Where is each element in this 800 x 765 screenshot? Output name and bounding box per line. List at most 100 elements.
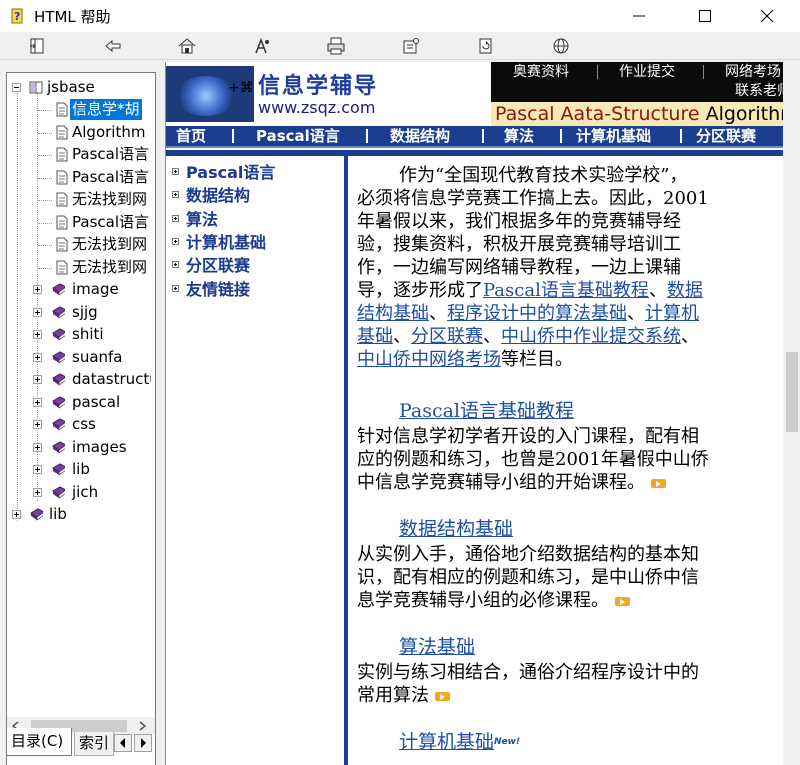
globe-icon (553, 38, 569, 54)
contents-tree[interactable]: jsbase 信息学*胡 Algorithm a Pascal语言 Pascal语言无… (6, 72, 156, 765)
section-title-link[interactable]: 算法基础 (399, 636, 475, 659)
expand-icon[interactable] (33, 487, 42, 497)
minimize-button[interactable] (616, 0, 662, 32)
section-title-link[interactable]: Pascal语言基础教程 (399, 400, 574, 423)
expand-icon[interactable] (33, 307, 42, 317)
nav-home[interactable]: 首页 (176, 126, 206, 146)
link-homework-system[interactable]: 中山侨中作业提交系统 (501, 326, 681, 347)
web-help-button[interactable] (550, 36, 572, 56)
link-computer-basics[interactable]: 计算机 (645, 303, 699, 324)
tree-node-root[interactable]: jsbase (7, 77, 151, 98)
hide-pane-icon (30, 38, 44, 54)
tree-connector (38, 222, 52, 224)
top-link-homework[interactable]: 作业提交 (619, 62, 675, 82)
tab-contents[interactable]: 目录(C) (6, 728, 72, 756)
link-data-structure[interactable]: 结构基础 (357, 303, 429, 324)
tab-index[interactable]: 索引 (74, 732, 114, 756)
nav-computer-basics[interactable]: 计算机基础 (576, 126, 651, 146)
intro-text: 、 (681, 326, 699, 347)
home-icon (178, 38, 196, 54)
close-button[interactable] (744, 0, 790, 32)
back-button[interactable] (102, 36, 124, 56)
tree-node-folder[interactable]: sjjg (7, 302, 151, 323)
refresh-button[interactable] (475, 36, 497, 56)
top-links: 奥赛资料 作业提交 网络考场 联系老师 (491, 62, 800, 102)
link-online-exam[interactable]: 中山侨中网络考场 (357, 349, 501, 370)
maximize-icon (699, 10, 711, 22)
top-link-exam[interactable]: 网络考场 (725, 62, 781, 82)
side-menu-label: 计算机基础 (186, 232, 267, 252)
font-button[interactable] (251, 36, 273, 56)
expand-icon[interactable] (33, 330, 42, 339)
expand-icon[interactable] (33, 375, 42, 384)
nav-pascal[interactable]: Pascal语言 (256, 126, 340, 146)
section-text: 针对信息学初学者开设的入门课程，配有相 (357, 426, 699, 447)
link-data-structure[interactable]: 数据 (667, 280, 703, 301)
tree-node-page[interactable]: Pascal语言 (7, 212, 151, 233)
banner-symbols: +⌘ (228, 80, 254, 96)
tree-connector (38, 132, 52, 134)
section-title-link[interactable]: 数据结构基础 (399, 518, 513, 541)
more-arrow-icon[interactable] (435, 691, 450, 701)
banner-slogan: Pascal Aata-Structure Algorithm (491, 102, 800, 126)
book-open-icon (29, 81, 43, 94)
hide-pane-button[interactable] (27, 36, 49, 56)
tree-node-folder[interactable]: css (7, 414, 151, 435)
link-computer-basics[interactable]: 基础 (357, 326, 393, 347)
options-button[interactable] (400, 36, 422, 56)
article-body: 作为“全国现代教育技术实验学校”， 必须将信息学竞赛工作搞上去。因此，2001 … (357, 164, 777, 765)
tree-node-page[interactable]: Algorithm a (7, 122, 151, 143)
tree-node-folder[interactable]: shiti (7, 324, 151, 345)
section-line: 实例与练习相结合，通俗介绍程序设计中的 (357, 661, 699, 684)
link-algorithm-basics[interactable]: 程序设计中的算法基础 (447, 303, 627, 324)
expand-icon[interactable] (33, 352, 42, 362)
help-app-icon: ? (8, 6, 28, 26)
more-arrow-icon[interactable] (615, 596, 630, 606)
collapse-icon[interactable] (12, 83, 21, 92)
link-pascal-tutorial[interactable]: Pascal语言基础教程 (483, 280, 649, 301)
content-vertical-scrollbar[interactable] (783, 62, 800, 765)
tree-node-folder[interactable]: image (7, 279, 151, 300)
tree-node-folder[interactable]: suanfa (7, 347, 151, 368)
tree-node-folder[interactable]: lib (7, 459, 151, 480)
section-title-link[interactable]: 计算机基础New! (399, 731, 520, 754)
nav-data-structure[interactable]: 数据结构 (390, 126, 450, 146)
intro-line: 导，逐步形成了Pascal语言基础教程、数据 (357, 279, 703, 302)
section-text: 实例与练习相结合，通俗介绍程序设计中的 (357, 662, 699, 683)
nav-league[interactable]: 分区联赛 (696, 126, 756, 146)
maximize-button[interactable] (682, 0, 728, 32)
expand-icon[interactable] (33, 397, 42, 407)
tree-node-folder[interactable]: jich (7, 482, 151, 503)
expand-icon[interactable] (33, 465, 42, 474)
tree-node-root-folder[interactable]: lib (7, 504, 151, 525)
tree-node-page[interactable]: 信息学*胡 (7, 99, 151, 120)
nav-algorithm[interactable]: 算法 (504, 126, 534, 146)
tab-scroll-right[interactable] (134, 734, 152, 752)
tree-node-folder[interactable]: pascal (7, 392, 151, 413)
tree-node-page[interactable]: Pascal语言 (7, 167, 151, 188)
tab-scroll-left[interactable] (114, 734, 132, 752)
book-closed-icon (52, 328, 65, 341)
expand-icon[interactable] (33, 285, 42, 294)
link-league[interactable]: 分区联赛 (411, 326, 483, 347)
book-closed-icon (52, 395, 65, 409)
tree-node-label: datastructu (72, 370, 151, 388)
tree-node-page[interactable]: Pascal语言 (7, 144, 151, 165)
intro-text: 导，逐步形成了 (357, 280, 483, 301)
expand-icon[interactable] (12, 510, 21, 519)
section-text: 中信息学竞赛辅导小组的开始课程。 (357, 472, 645, 493)
scrollbar-thumb[interactable] (786, 352, 798, 432)
top-link-resources[interactable]: 奥赛资料 (513, 62, 569, 82)
more-arrow-icon[interactable] (651, 478, 666, 488)
expand-icon[interactable] (33, 442, 42, 452)
print-button[interactable] (325, 36, 347, 56)
tree-node-page[interactable]: 无法找到网 (7, 234, 151, 255)
section-line: 息学竞赛辅导小组的必修课程。 (357, 589, 630, 612)
tree-node-page[interactable]: 无法找到网 (7, 189, 151, 210)
tree-node-folder[interactable]: images (7, 437, 151, 458)
tree-node-folder[interactable]: datastructu (7, 369, 151, 390)
home-button[interactable] (176, 36, 198, 56)
tree-connector (38, 155, 52, 156)
tree-node-page[interactable]: 无法找到网 (7, 257, 151, 278)
expand-icon[interactable] (33, 420, 42, 429)
